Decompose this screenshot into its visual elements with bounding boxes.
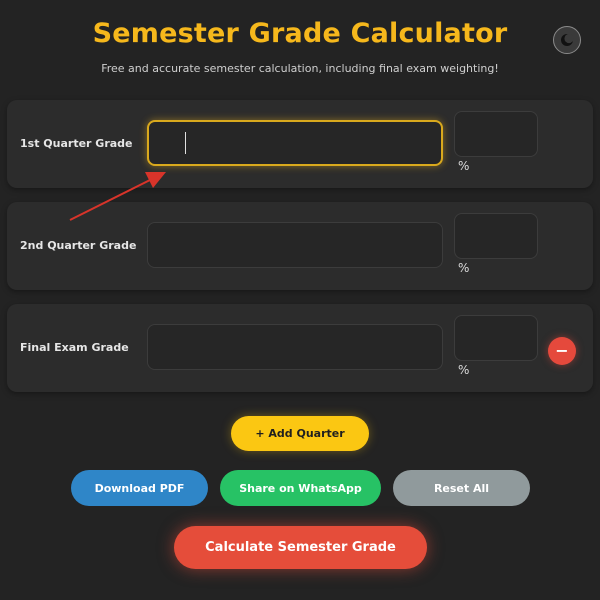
grade-row-label: 2nd Quarter Grade	[20, 239, 137, 252]
annotation-arrow-icon	[69, 172, 166, 221]
grade-input[interactable]	[147, 324, 443, 370]
download-pdf-button[interactable]: Download PDF	[71, 470, 208, 506]
grade-row-label: 1st Quarter Grade	[20, 137, 133, 150]
share-whatsapp-button[interactable]: Share on WhatsApp	[220, 470, 381, 506]
percent-label: %	[458, 261, 470, 275]
grade-row-label: Final Exam Grade	[20, 341, 129, 354]
grade-input[interactable]	[147, 120, 443, 166]
percent-label: %	[458, 159, 470, 173]
percent-label: %	[458, 363, 470, 377]
weight-input[interactable]	[454, 315, 538, 361]
app-page: Semester Grade Calculator Free and accur…	[0, 0, 600, 600]
grade-row-1: 1st Quarter Grade %	[7, 100, 593, 188]
text-caret	[185, 132, 186, 154]
grade-row-3: Final Exam Grade % −	[7, 304, 593, 392]
weight-input[interactable]	[454, 111, 538, 157]
page-subtitle: Free and accurate semester calculation, …	[101, 62, 499, 75]
page-title: Semester Grade Calculator	[92, 18, 508, 49]
calculate-button[interactable]: Calculate Semester Grade	[174, 526, 427, 569]
remove-row-button[interactable]: −	[548, 337, 576, 365]
grade-row-2: 2nd Quarter Grade %	[7, 202, 593, 290]
weight-input[interactable]	[454, 213, 538, 259]
moon-icon	[561, 33, 574, 46]
reset-all-button[interactable]: Reset All	[393, 470, 530, 506]
add-quarter-button[interactable]: + Add Quarter	[231, 416, 369, 451]
grade-input[interactable]	[147, 222, 443, 268]
theme-toggle-button[interactable]	[553, 26, 581, 54]
